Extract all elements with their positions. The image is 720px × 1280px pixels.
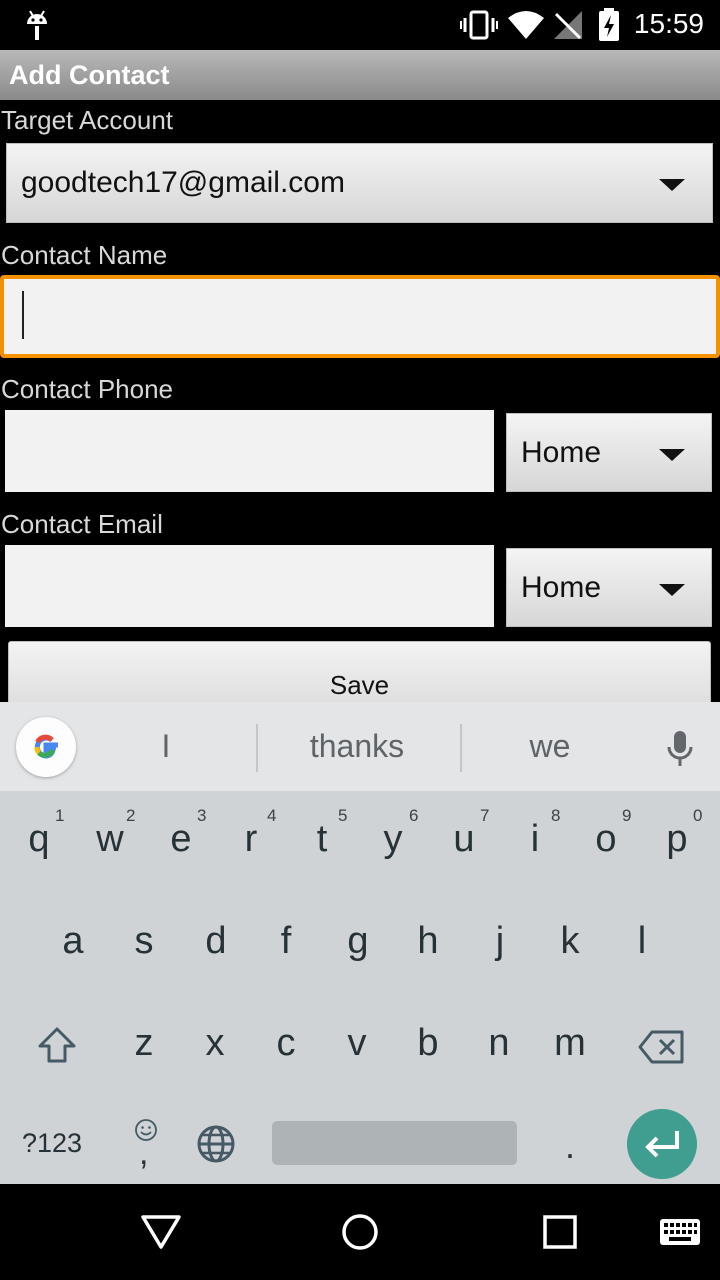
- recents-icon[interactable]: [543, 1215, 577, 1249]
- android-icon: [27, 10, 47, 40]
- key-y-number-hint: 6: [409, 806, 419, 825]
- key-d[interactable]: d: [186, 920, 246, 963]
- status-time: 15:59: [633, 8, 704, 39]
- text-cursor: [22, 291, 24, 339]
- email-type-spinner[interactable]: Home: [506, 548, 712, 627]
- contact-name-label: Contact Name: [1, 240, 168, 270]
- space-bar[interactable]: [272, 1121, 517, 1165]
- key-o-number-hint: 9: [622, 806, 632, 825]
- wifi-icon: [508, 11, 544, 39]
- emoji-comma-key[interactable]: ,: [128, 1116, 164, 1172]
- key-m[interactable]: m: [540, 1022, 600, 1065]
- key-f[interactable]: f: [256, 920, 316, 963]
- key-h[interactable]: h: [398, 920, 458, 963]
- key-g[interactable]: g: [328, 920, 388, 963]
- key-r-number-hint: 4: [267, 806, 277, 825]
- contact-email-label: Contact Email: [1, 509, 163, 539]
- key-x[interactable]: x: [185, 1022, 245, 1065]
- microphone-icon[interactable]: [666, 730, 694, 770]
- target-account-label: Target Account: [1, 105, 173, 135]
- period-key[interactable]: .: [565, 1125, 575, 1167]
- key-t-number-hint: 5: [338, 806, 348, 825]
- dropdown-arrow-icon: [659, 584, 685, 596]
- key-a[interactable]: a: [43, 920, 103, 963]
- key-q-number-hint: 1: [55, 806, 65, 825]
- title-bar: Add Contact: [0, 50, 720, 100]
- phone-type-spinner[interactable]: Home: [506, 413, 712, 492]
- phone-type-value: Home: [521, 436, 602, 469]
- key-i-number-hint: 8: [551, 806, 561, 825]
- google-g-icon[interactable]: [16, 717, 76, 777]
- dropdown-arrow-icon: [659, 179, 685, 191]
- key-u-number-hint: 7: [480, 806, 490, 825]
- key-p-number-hint: 0: [693, 806, 703, 825]
- contact-phone-label: Contact Phone: [1, 374, 174, 404]
- key-n[interactable]: n: [469, 1022, 529, 1065]
- back-icon[interactable]: [140, 1214, 182, 1250]
- shift-icon[interactable]: [36, 1026, 78, 1064]
- navigation-bar: [0, 1184, 720, 1280]
- suggestion-1[interactable]: I: [96, 728, 236, 765]
- suggestion-3[interactable]: we: [470, 728, 630, 765]
- suggestion-strip: I thanks we: [0, 702, 720, 791]
- contact-name-input[interactable]: [0, 275, 720, 358]
- key-l[interactable]: l: [612, 920, 672, 963]
- key-b[interactable]: b: [398, 1022, 458, 1065]
- battery-charging-icon: [599, 8, 619, 41]
- home-icon[interactable]: [341, 1213, 379, 1251]
- contact-phone-input[interactable]: [5, 410, 494, 492]
- comma-label: ,: [139, 1134, 149, 1172]
- divider: [460, 724, 462, 772]
- key-c[interactable]: c: [256, 1022, 316, 1065]
- vibrate-icon: [460, 10, 498, 40]
- email-type-value: Home: [521, 571, 602, 604]
- key-j[interactable]: j: [470, 920, 530, 963]
- key-e-number-hint: 3: [197, 806, 207, 825]
- enter-button[interactable]: [627, 1109, 697, 1179]
- key-s[interactable]: s: [114, 920, 174, 963]
- divider: [256, 724, 258, 772]
- suggestion-2[interactable]: thanks: [262, 728, 452, 765]
- target-account-spinner[interactable]: goodtech17@gmail.com: [6, 143, 713, 223]
- backspace-icon[interactable]: [638, 1030, 684, 1064]
- no-signal-icon: [554, 11, 582, 40]
- symbols-key[interactable]: ?123: [22, 1128, 82, 1159]
- dropdown-arrow-icon: [659, 449, 685, 461]
- enter-arrow-icon: [645, 1131, 679, 1158]
- key-z[interactable]: z: [114, 1022, 174, 1065]
- status-bar: 15:59: [0, 0, 720, 50]
- save-button-label: Save: [329, 670, 390, 700]
- key-w-number-hint: 2: [126, 806, 136, 825]
- keyboard-switch-icon[interactable]: [659, 1218, 701, 1248]
- page-title: Add Contact: [9, 60, 170, 90]
- target-account-value: goodtech17@gmail.com: [21, 166, 345, 199]
- contact-email-input[interactable]: [5, 545, 494, 627]
- globe-icon[interactable]: [196, 1124, 236, 1164]
- key-k[interactable]: k: [540, 920, 600, 963]
- key-v[interactable]: v: [327, 1022, 387, 1065]
